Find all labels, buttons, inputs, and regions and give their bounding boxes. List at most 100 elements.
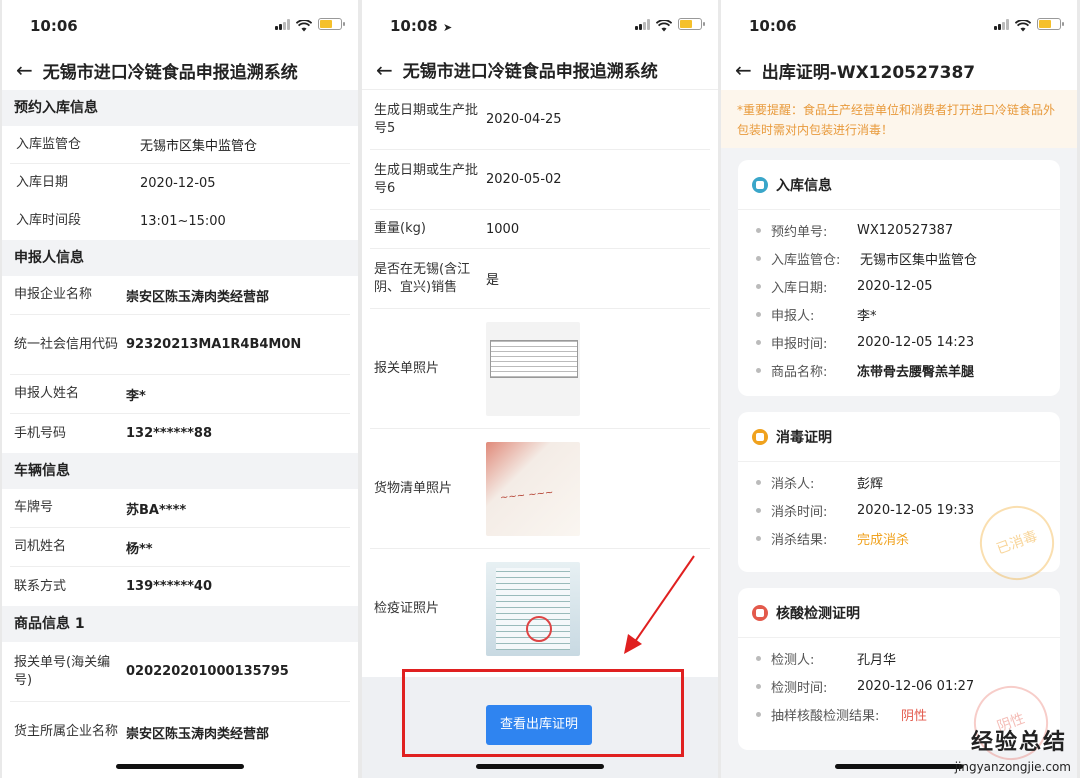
detail-value: 2020-12-05 14:23 [857,334,975,350]
info-row: 联系方式 139******40 [10,567,350,606]
inbound-icon [752,176,768,193]
row-value: 李* [126,388,146,404]
home-indicator[interactable] [476,764,604,769]
row-value: 2020-05-02 [486,172,562,187]
row-label: 入库时间段 [16,213,82,228]
row-value: 13:01~15:00 [140,213,226,229]
row-label: 货主所属企业名称 [14,724,119,739]
row-label: 入库监管仓 [16,136,82,152]
row-value: 崇安区陈玉涛肉类经营部 [126,726,270,742]
row-value: 139******40 [126,579,213,594]
row-label: 报关单照片 [374,360,440,376]
signal-icon [635,18,650,30]
row-label: 报关单号(海关编号) [14,654,111,688]
nav-bar: ← 无锡市进口冷链食品申报追溯系统 [362,50,718,90]
card-header: 核酸检测证明 [738,588,1060,638]
row-value: 1000 [486,221,520,237]
card-header: 入库信息 [738,160,1060,210]
detail-label: 申报时间: [771,336,828,352]
card-header: 消毒证明 [738,412,1060,462]
row-value: 崇安区陈玉涛肉类经营部 [126,289,270,305]
detail-label: 预约单号: [771,224,828,240]
detail-value: WX120527387 [857,222,954,238]
info-row: 车牌号 苏BA**** [10,489,350,528]
page-title: 无锡市进口冷链食品申报追溯系统 [42,62,298,83]
detail-value: 彭辉 [857,476,884,492]
detail-value: 2020-12-05 19:33 [857,502,975,518]
back-arrow-icon[interactable]: ← [735,58,752,82]
home-indicator[interactable] [116,764,244,769]
info-row: 申报人姓名 李* [10,375,350,414]
detail-label: 入库日期: [771,280,828,296]
annotation-arrow [624,555,695,654]
customs-declaration-photo[interactable] [486,321,580,416]
info-row: 司机姓名 杨** [10,528,350,567]
row-label: 检疫证照片 [374,601,440,616]
detail-label: 抽样核酸检测结果: [771,708,880,724]
detail-item: 预约单号: WX120527387 [756,216,1042,244]
important-notice: *重要提醒：食品生产经营单位和消费者打开进口冷链食品外包装时需对内包装进行消毒！ [721,90,1077,148]
info-row: 重量(kg) 1000 [370,210,710,249]
detail-label: 消杀时间: [771,504,828,520]
section-header-goods: 商品信息 1 [2,606,358,642]
status-bar: 10:08 ➤ [362,0,718,50]
row-value: 92320213MA1R4B4M0N [126,337,302,352]
section-header-declarer: 申报人信息 [2,240,358,276]
status-bar: 10:06 [721,0,1077,50]
test-icon [752,604,768,621]
detail-label: 商品名称: [771,364,828,380]
detail-value: 完成消杀 [857,532,910,548]
detail-value: 李* [857,308,877,324]
row-label: 司机姓名 [14,539,67,554]
section-header-booking: 预约入库信息 [2,90,358,126]
battery-icon [318,18,345,30]
card-title: 入库信息 [776,177,832,194]
detail-value: 阴性 [901,708,928,724]
info-row: 报关单号(海关编号) 020220201000135795 [10,642,350,702]
status-icons [635,18,705,32]
location-arrow-icon: ➤ [442,21,453,34]
battery-icon [678,18,705,30]
row-value: 杨** [126,541,153,557]
row-value: 2020-04-25 [486,112,562,127]
row-label: 申报人姓名 [14,386,80,401]
nav-bar: ← 无锡市进口冷链食品申报追溯系统 [2,50,358,90]
back-arrow-icon[interactable]: ← [376,58,393,82]
info-row: 是否在无锡(含江阴、宜兴)销售是 [370,249,710,309]
info-row: 统一社会信用代码 92320213MA1R4B4M0N [10,315,350,375]
info-row: 入库日期 2020-12-05 [10,164,350,202]
detail-value: 冻带骨去腰臀羔羊腿 [857,364,975,380]
back-arrow-icon[interactable]: ← [16,58,33,82]
detail-label: 消杀结果: [771,532,828,548]
row-label: 车牌号 [14,500,54,515]
detail-value: 孔月华 [857,652,897,668]
watermark-url: jingyanzongjie.com [954,760,1071,774]
wifi-icon [295,18,313,32]
row-label: 重量(kg) [374,221,426,236]
phone-screen-2: 10:08 ➤ ← 无锡市进口冷链食品申报追溯系统 生成日期或生产批号5 2020… [362,0,718,778]
status-icons [994,18,1064,32]
row-value: 2020-12-05 [140,175,216,191]
battery-icon [1037,18,1064,30]
row-label: 是否在无锡(含江阴、宜兴)销售 [374,261,471,295]
detail-item: 入库监管仓: 无锡市区集中监管仓 [756,244,1042,272]
photo-row: 货物清单照片 [370,429,710,549]
status-icons [275,18,345,32]
status-time: 10:08 ➤ [390,17,453,35]
detail-item: 申报人: 李* [756,300,1042,328]
row-value: 苏BA**** [126,502,187,518]
info-row: 入库时间段 13:01~15:00 [10,202,350,240]
goods-list-photo[interactable] [486,441,580,536]
status-time: 10:06 [749,17,797,35]
status-time: 10:06 [30,17,78,35]
home-indicator[interactable] [835,764,963,769]
row-value: 无锡市区集中监管仓 [140,139,258,154]
info-row: 生成日期或生产批号5 2020-04-25 [370,90,710,150]
nav-bar: ← 出库证明-WX120527387 [721,50,1077,90]
detail-label: 申报人: [771,308,815,324]
detail-item: 消杀人: 彭辉 [756,468,1042,496]
quarantine-certificate-photo[interactable] [486,562,580,656]
row-label: 生成日期或生产批号5 [374,102,479,136]
info-row: 入库监管仓 无锡市区集中监管仓 [10,126,350,164]
section-header-vehicle: 车辆信息 [2,453,358,489]
